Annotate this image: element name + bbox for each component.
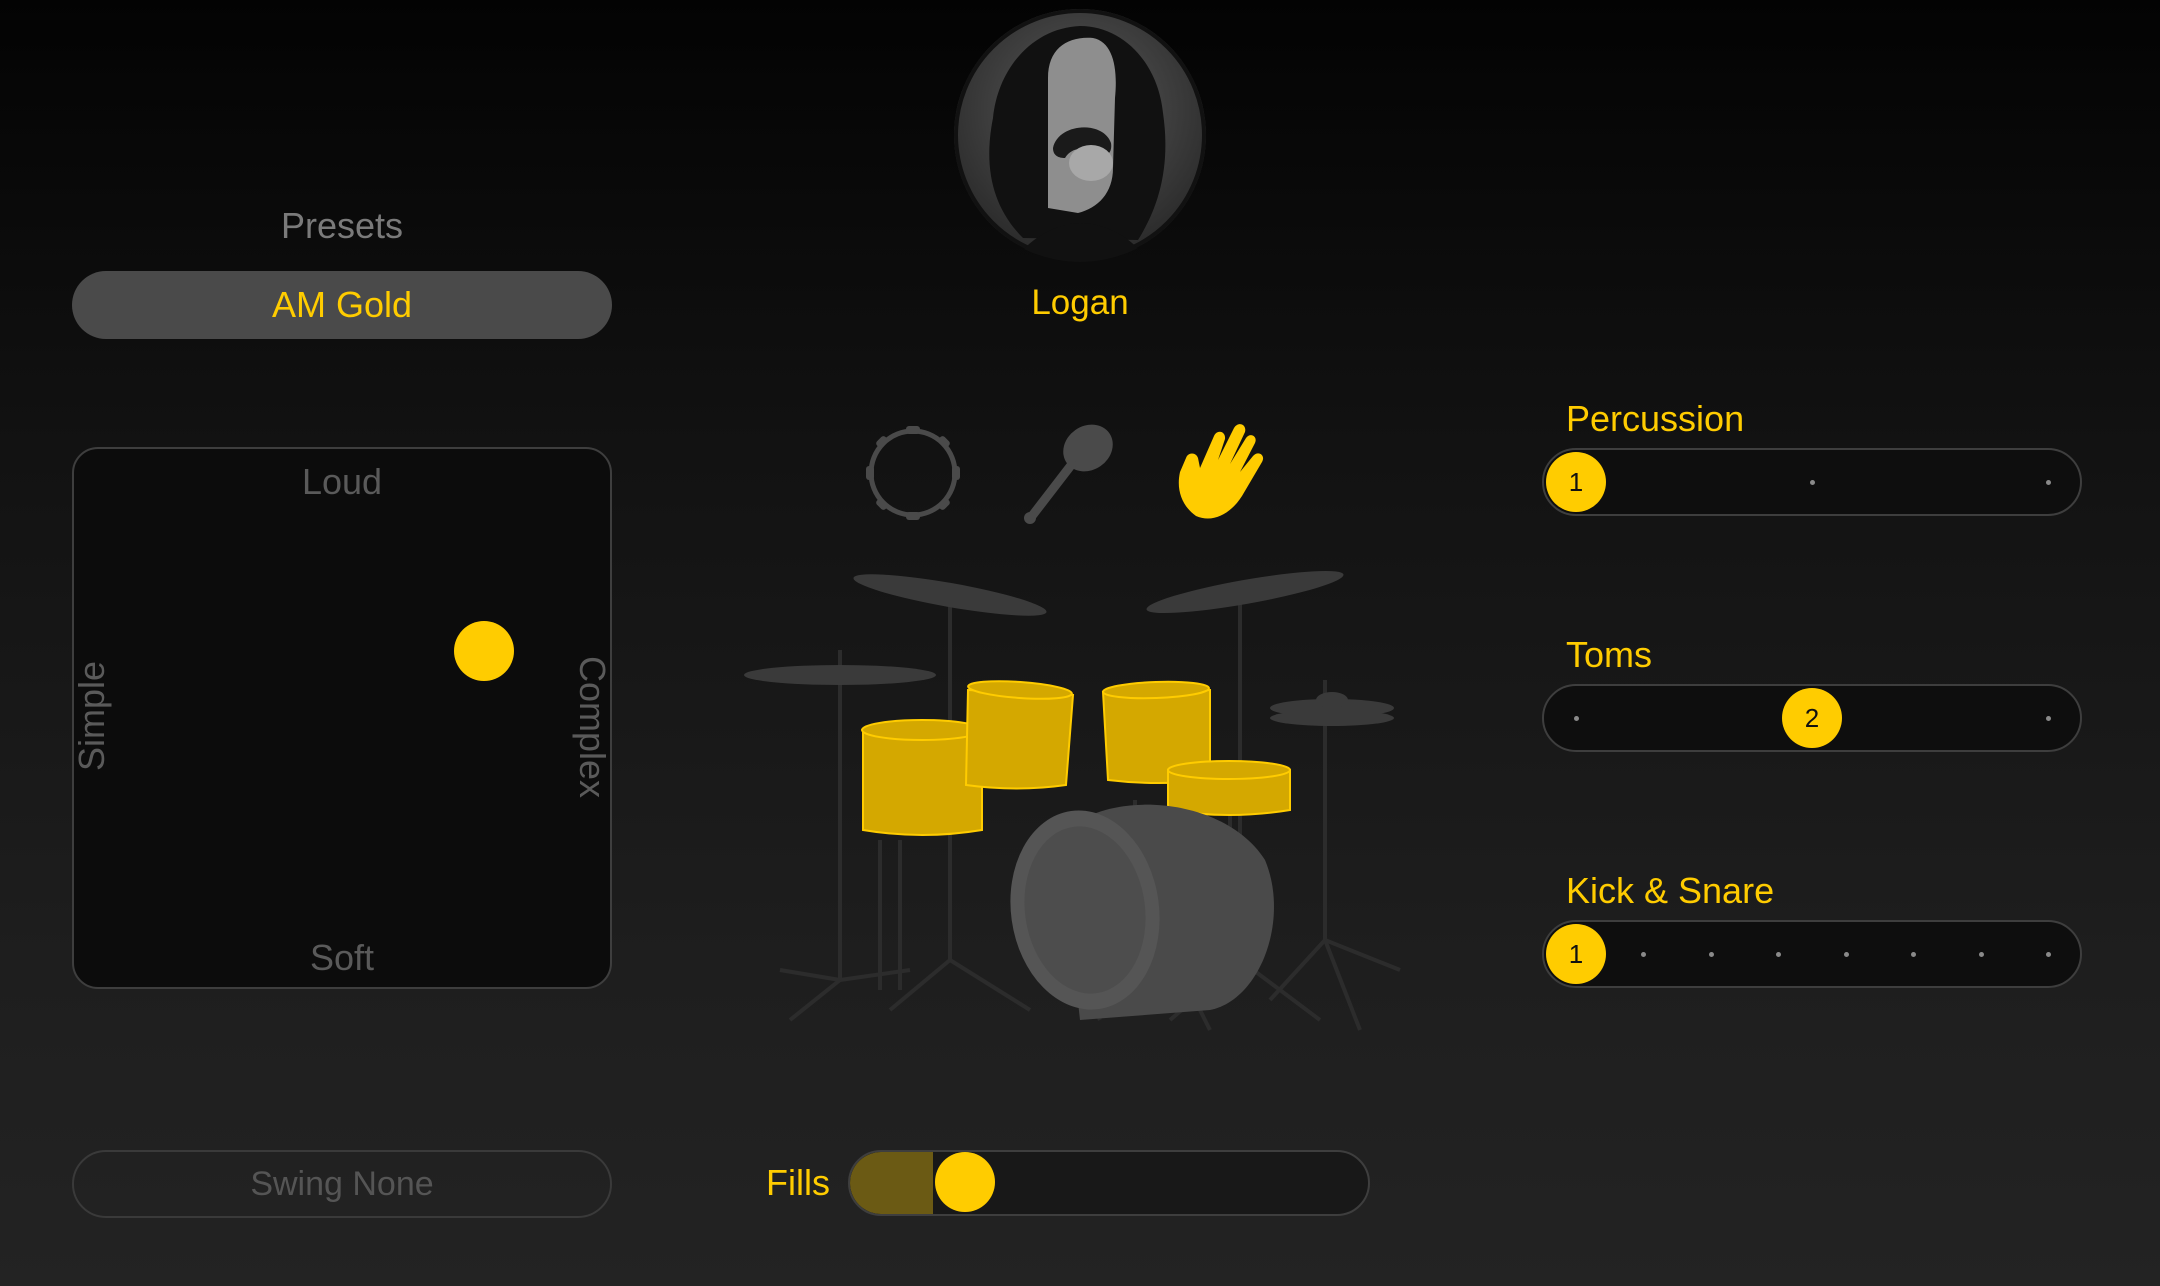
- slider-step-dot: [1708, 952, 1714, 957]
- clap-hand-icon[interactable]: [1168, 418, 1278, 528]
- drum-kit[interactable]: [740, 540, 1420, 1050]
- pad-label-simple: Simple: [71, 660, 112, 772]
- slider-step-dot: [1641, 952, 1647, 957]
- slider-step-dot: [2046, 716, 2051, 721]
- slider-step-dot: [1843, 952, 1849, 957]
- drummer-name: Logan: [1031, 283, 1129, 322]
- loudness-complexity-pad[interactable]: Loud Soft Simple Complex: [71, 447, 613, 989]
- slider-step-dot: [1911, 952, 1917, 957]
- slider-knob[interactable]: 1: [1546, 924, 1606, 984]
- slider-knob[interactable]: 1: [1546, 452, 1606, 512]
- pad-label-soft: Soft: [309, 937, 375, 978]
- toms-slider[interactable]: 2: [1542, 684, 2082, 752]
- fills-slider-fill: [850, 1152, 933, 1214]
- presets-label: Presets: [280, 205, 404, 246]
- slider-step-dot: [2046, 480, 2051, 485]
- pad-label-loud: Loud: [301, 461, 383, 502]
- kick-snare-label: Kick & Snare: [1566, 870, 1775, 911]
- fills-slider-knob[interactable]: [935, 1152, 995, 1212]
- drummer-portrait-icon: [954, 9, 1206, 262]
- shaker-icon[interactable]: [1012, 418, 1122, 528]
- swing-button[interactable]: Swing None: [72, 1150, 612, 1218]
- drummer-avatar[interactable]: [953, 8, 1207, 262]
- fills-label: Fills: [766, 1162, 830, 1203]
- pad-puck[interactable]: [454, 621, 514, 681]
- pad-label-complex: Complex: [572, 656, 613, 799]
- slider-step-dot: [1574, 716, 1579, 721]
- tambourine-icon[interactable]: [858, 418, 968, 528]
- percussion-label: Percussion: [1566, 398, 1745, 439]
- kick-snare-slider[interactable]: 1: [1542, 920, 2082, 988]
- slider-knob[interactable]: 2: [1782, 688, 1842, 748]
- slider-step-dot: [1810, 480, 1815, 485]
- toms-label: Toms: [1566, 634, 1653, 675]
- preset-selector-button[interactable]: AM Gold: [72, 271, 612, 339]
- slider-step-dot: [2046, 952, 2051, 957]
- slider-step-dot: [1776, 952, 1782, 957]
- percussion-slider[interactable]: 1: [1542, 448, 2082, 516]
- fills-slider[interactable]: [848, 1150, 1370, 1216]
- slider-step-dot: [1978, 952, 1984, 957]
